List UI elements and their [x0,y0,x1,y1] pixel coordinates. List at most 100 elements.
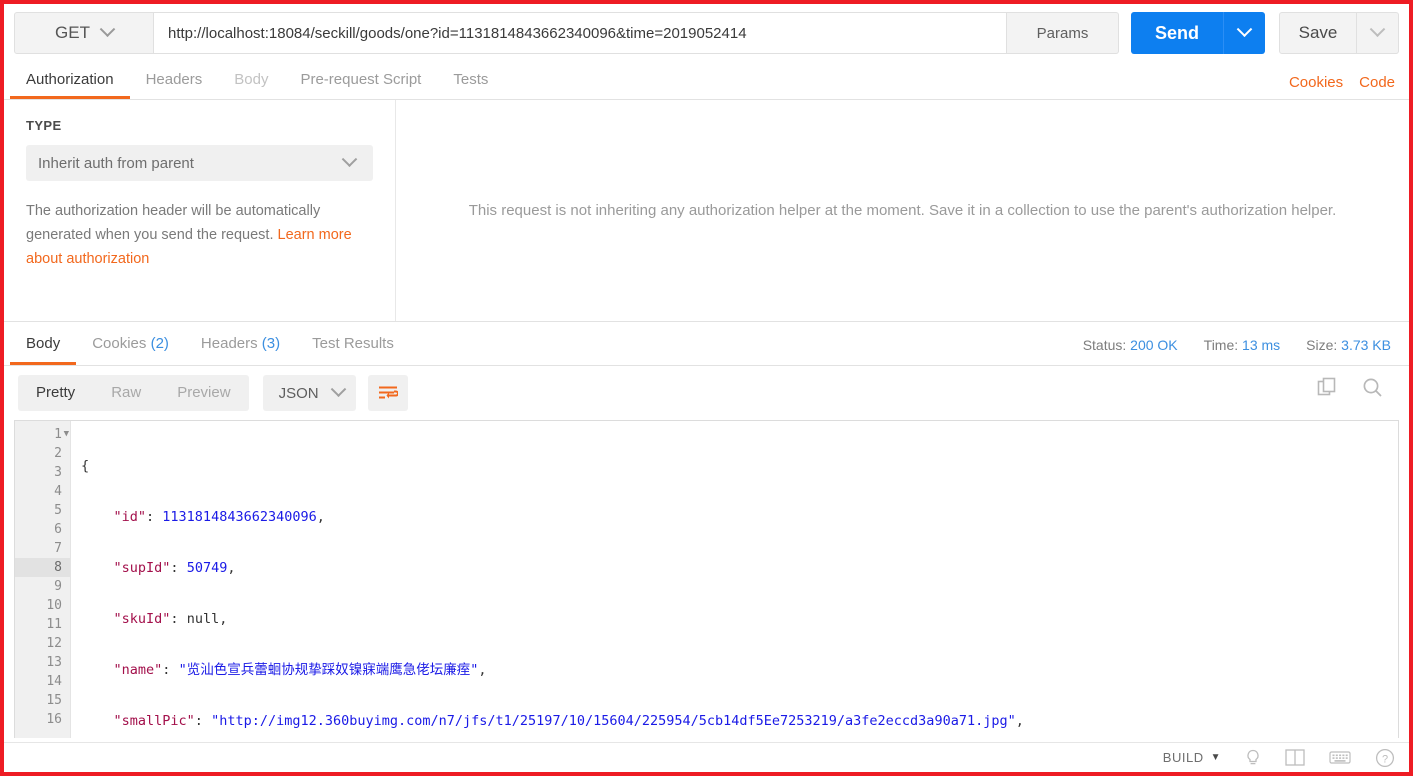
json-value-smallPic: http://img12.360buyimg.com/n7/jfs/t1/251… [219,713,1008,729]
send-button[interactable]: Send [1131,12,1223,54]
cookies-link[interactable]: Cookies [1289,74,1343,91]
request-tabs: Authorization Headers Body Pre-request S… [4,60,1409,100]
svg-text:?: ? [1382,753,1388,765]
url-input[interactable]: http://localhost:18084/seckill/goods/one… [154,12,1007,54]
send-options-button[interactable] [1223,12,1265,54]
chevron-down-icon [1369,20,1386,37]
auth-message-column: This request is not inheriting any autho… [396,100,1409,321]
json-value-skuId: null [186,611,220,627]
http-method-label: GET [55,23,90,42]
response-toolbar-actions [1317,376,1385,400]
line-number: 13 [46,655,62,670]
auth-type-label: TYPE [26,118,62,133]
tab-label: Test Results [312,335,394,352]
lightbulb-button[interactable] [1245,749,1261,767]
code-link[interactable]: Code [1359,74,1395,91]
response-format-select[interactable]: JSON [262,375,356,411]
chevron-down-icon [341,150,358,167]
view-mode-pretty[interactable]: Pretty [18,375,93,411]
cookies-count: (2) [150,335,169,352]
help-icon: ? [1375,748,1395,767]
help-button[interactable]: ? [1375,748,1395,768]
keyboard-shortcuts-button[interactable] [1329,750,1351,765]
line-number: 11 [46,617,62,632]
save-label: Save [1298,23,1338,42]
response-tabs: Body Cookies (2) Headers (3) Test Result… [4,322,1409,366]
response-tab-cookies[interactable]: Cookies (2) [76,323,185,365]
line-number: 2 [54,446,62,461]
tab-headers[interactable]: Headers [130,61,219,99]
line-number: 6 [54,522,62,537]
view-mode-segmented-control: Pretty Raw Preview [18,375,249,411]
tab-authorization[interactable]: Authorization [10,61,130,99]
search-icon[interactable] [1361,376,1385,400]
tab-label: Headers [200,335,258,352]
save-options-button[interactable] [1357,12,1399,54]
layout-toggle-button[interactable] [1285,749,1305,766]
line-number: 14 [46,674,62,689]
params-label: Params [1036,24,1089,42]
json-value-name: 览汕色宣兵蕾蛔协规挚踩奴镍寐端鹰急佬坛廉痓 [186,662,471,678]
response-tab-test-results[interactable]: Test Results [296,323,410,365]
tab-label: Authorization [26,71,114,88]
code-line: "smallPic": "http://img12.360buyimg.com/… [113,713,1024,729]
params-button[interactable]: Params [1007,12,1119,54]
line-number: 12 [46,636,62,651]
auth-type-select[interactable]: Inherit auth from parent [26,145,373,181]
request-tabs-links: Cookies Code [1289,74,1395,91]
tab-label: Tests [453,71,489,88]
triangle-down-icon: ▼ [1210,752,1221,763]
response-tab-body[interactable]: Body [10,323,77,365]
code-line: "id": 1131814843662340096, [113,509,325,525]
code-scroll: 1 ▼ 2 3 4 5 6 7 8 9 10 11 12 13 14 15 16 … [15,421,1398,738]
auth-note: The authorization header will be automat… [26,199,373,271]
response-format-value: JSON [278,384,319,402]
save-group: Save [1279,12,1399,54]
code-line: "skuId": null, [113,611,228,627]
wrap-text-icon [378,386,398,399]
tab-label: Headers [145,71,203,88]
auth-inherit-message: This request is not inheriting any autho… [468,202,1337,219]
build-label: BUILD [1162,750,1204,765]
view-mode-preview[interactable]: Preview [159,375,248,411]
view-mode-raw[interactable]: Raw [93,375,159,411]
size-label: Size: [1306,337,1338,353]
postman-window: GET http://localhost:18084/seckill/goods… [0,0,1413,776]
response-body-viewer[interactable]: 1 ▼ 2 3 4 5 6 7 8 9 10 11 12 13 14 15 16 … [14,420,1399,738]
line-number: 1 ▼ [54,425,69,444]
request-url-bar: GET http://localhost:18084/seckill/goods… [4,4,1409,60]
tab-label: Pre-request Script [300,71,422,88]
response-tab-headers[interactable]: Headers (3) [185,323,296,365]
tab-body[interactable]: Body [218,61,284,99]
response-toolbar: Pretty Raw Preview JSON [4,366,1409,420]
headers-count: (3) [261,335,281,352]
tab-label: Body [26,335,61,352]
line-number: 3 [54,465,62,480]
status-label: Status: [1082,337,1127,353]
time-label: Time: [1203,337,1239,353]
chevron-down-icon [1236,20,1253,37]
time-item: Time: 13 ms [1204,337,1281,353]
fold-caret-icon[interactable]: ▼ [64,425,69,444]
line-number: 10 [46,598,62,613]
status-item: Status: 200 OK [1083,337,1178,353]
line-number: 9 [54,579,62,594]
line-number: 16 [46,712,62,727]
code-line: { [81,458,90,474]
status-bar: BUILD ▼ ? [4,742,1409,772]
build-selector[interactable]: BUILD ▼ [1163,750,1221,765]
save-button[interactable]: Save [1279,12,1357,54]
tab-label: Body [234,71,269,88]
time-value: 13 ms [1242,337,1281,353]
tab-pre-request-script[interactable]: Pre-request Script [284,61,437,99]
wrap-text-button[interactable] [367,375,408,411]
http-method-selector[interactable]: GET [14,12,154,54]
chevron-down-icon [330,380,346,397]
json-code-content[interactable]: { "id": 1131814843662340096, "supId": 50… [71,421,1398,738]
two-pane-layout-icon [1285,749,1305,766]
json-value-id: 1131814843662340096 [162,509,317,525]
status-value: 200 OK [1130,337,1178,353]
copy-icon[interactable] [1317,377,1339,399]
tab-tests[interactable]: Tests [437,61,504,99]
line-number: 7 [54,541,62,556]
